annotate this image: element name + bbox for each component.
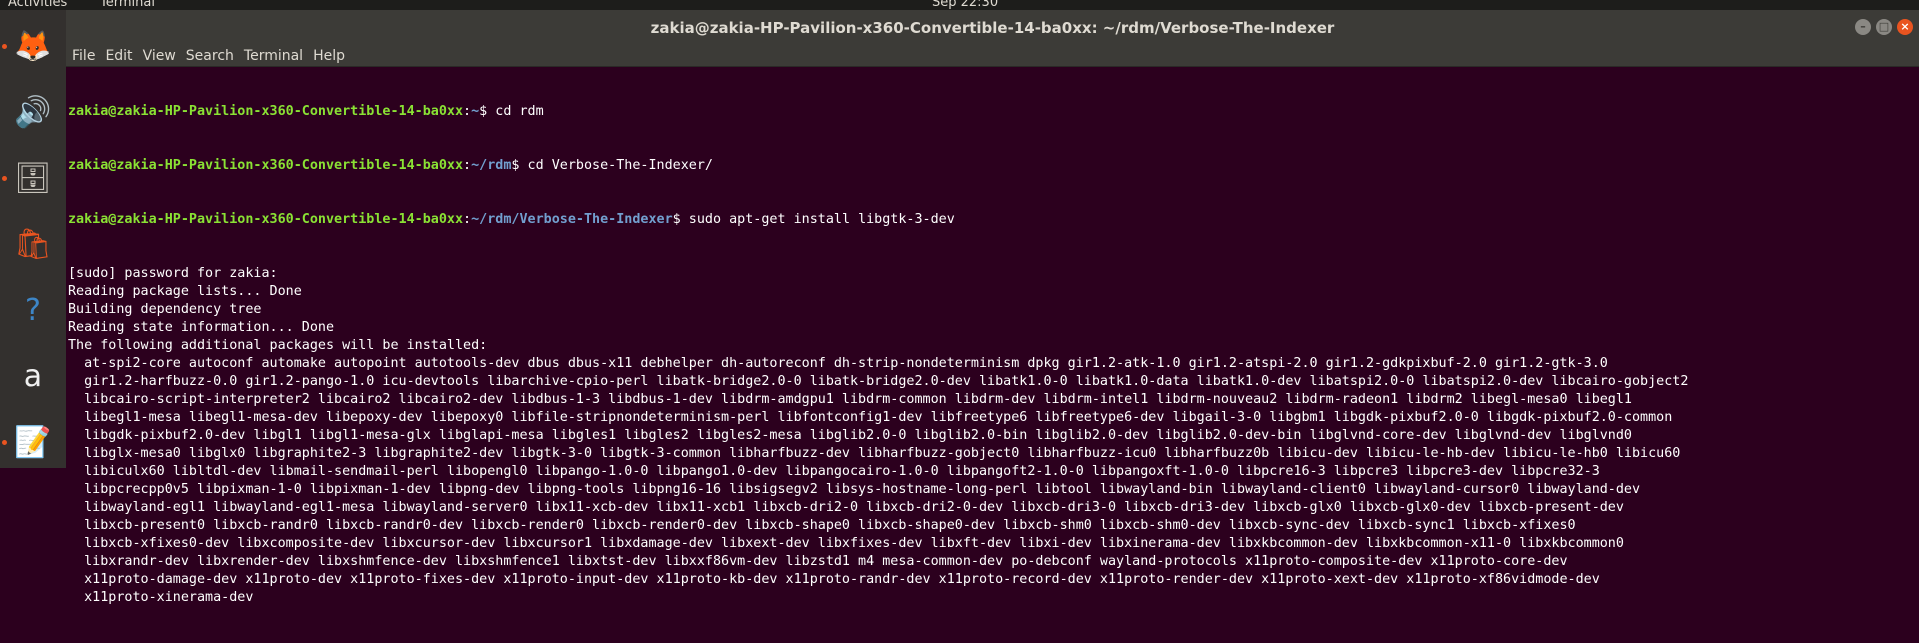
text-editor-icon[interactable]: 📝 <box>9 418 57 466</box>
output-line: libgdk-pixbuf2.0-dev libgl1 libgl1-mesa-… <box>68 428 1632 443</box>
output-line: libxrandr-dev libxrender-dev libxshmfenc… <box>68 554 1568 569</box>
output-line: libxcb-present0 libxcb-randr0 libxcb-ran… <box>68 518 1576 533</box>
amazon-icon[interactable]: a <box>9 352 57 400</box>
prompt-path: ~ <box>471 104 480 119</box>
clock[interactable]: Sep 22:30 <box>932 0 998 10</box>
window-title: zakia@zakia-HP-Pavilion-x360-Convertible… <box>650 19 1335 37</box>
prompt-line: zakia@zakia-HP-Pavilion-x360-Convertible… <box>68 104 544 119</box>
menu-terminal[interactable]: Terminal <box>244 48 303 64</box>
terminal-output[interactable]: zakia@zakia-HP-Pavilion-x360-Convertible… <box>68 67 1919 605</box>
output-line: Building dependency tree <box>68 302 262 317</box>
menu-view[interactable]: View <box>143 48 176 64</box>
menu-search[interactable]: Search <box>186 48 234 64</box>
output-line: libiculx60 libltdl-dev libmail-sendmail-… <box>68 464 1600 479</box>
output-line: libglx-mesa0 libglx0 libgraphite2-3 libg… <box>68 446 1681 461</box>
output-line: x11proto-damage-dev x11proto-dev x11prot… <box>68 572 1600 587</box>
prompt-user: zakia@zakia-HP-Pavilion-x360-Convertible… <box>68 212 464 227</box>
output-line: The following additional packages will b… <box>68 338 488 353</box>
output-line: at-spi2-core autoconf automake autopoint… <box>68 356 1608 371</box>
menu-file[interactable]: File <box>72 48 95 64</box>
output-line: x11proto-xinerama-dev <box>68 590 254 605</box>
output-line: libegl1-mesa libegl1-mesa-dev libepoxy-d… <box>68 410 1673 425</box>
prompt-command: $ sudo apt-get install libgtk-3-dev <box>672 212 955 227</box>
maximize-button[interactable]: □ <box>1876 19 1892 35</box>
output-line: Reading package lists... Done <box>68 284 302 299</box>
output-line: libpcrecpp0v5 libpixman-1-0 libpixman-1-… <box>68 482 1641 497</box>
menu-bar: File Edit View Search Terminal Help <box>66 46 1919 67</box>
app-menu[interactable]: Terminal <box>100 0 155 10</box>
menu-help[interactable]: Help <box>313 48 345 64</box>
output-line: gir1.2-harfbuzz-0.0 gir1.2-pango-1.0 icu… <box>68 374 1689 389</box>
prompt-command: $ cd Verbose-The-Indexer/ <box>511 158 713 173</box>
software-center-icon[interactable]: 🛍 <box>9 220 57 268</box>
prompt-user: zakia@zakia-HP-Pavilion-x360-Convertible… <box>68 158 464 173</box>
activities-button[interactable]: Activities <box>8 0 67 10</box>
prompt-path: ~/rdm/Verbose-The-Indexer <box>471 212 673 227</box>
prompt-line: zakia@zakia-HP-Pavilion-x360-Convertible… <box>68 158 713 173</box>
rhythmbox-icon[interactable]: 🔊 <box>9 88 57 136</box>
running-indicator <box>2 440 7 445</box>
prompt-command: $ cd rdm <box>479 104 544 119</box>
output-line: libwayland-egl1 libwayland-egl1-mesa lib… <box>68 500 1624 515</box>
prompt-line: zakia@zakia-HP-Pavilion-x360-Convertible… <box>68 212 955 227</box>
minimize-button[interactable]: – <box>1855 19 1871 35</box>
running-indicator <box>2 176 7 181</box>
output-line: [sudo] password for zakia: <box>68 266 278 281</box>
output-line: libxcb-xfixes0-dev libxcomposite-dev lib… <box>68 536 1624 551</box>
terminal-window: zakia@zakia-HP-Pavilion-x360-Convertible… <box>66 10 1919 605</box>
output-line: libcairo-script-interpreter2 libcairo2 l… <box>68 392 1632 407</box>
title-bar[interactable]: zakia@zakia-HP-Pavilion-x360-Convertible… <box>66 10 1919 46</box>
output-line: Reading state information... Done <box>68 320 335 335</box>
prompt-user: zakia@zakia-HP-Pavilion-x360-Convertible… <box>68 104 464 119</box>
prompt-path: ~/rdm <box>471 158 512 173</box>
running-indicator <box>2 44 7 49</box>
top-panel: Activities Terminal Sep 22:30 <box>0 0 1919 10</box>
help-icon[interactable]: ? <box>9 286 57 334</box>
firefox-icon[interactable]: 🦊 <box>9 22 57 70</box>
close-button[interactable]: × <box>1897 19 1913 35</box>
launcher-dock: 🦊 🔊 🗄 🛍? a 📝 <box>0 10 66 468</box>
menu-edit[interactable]: Edit <box>105 48 132 64</box>
files-icon[interactable]: 🗄 <box>9 154 57 202</box>
